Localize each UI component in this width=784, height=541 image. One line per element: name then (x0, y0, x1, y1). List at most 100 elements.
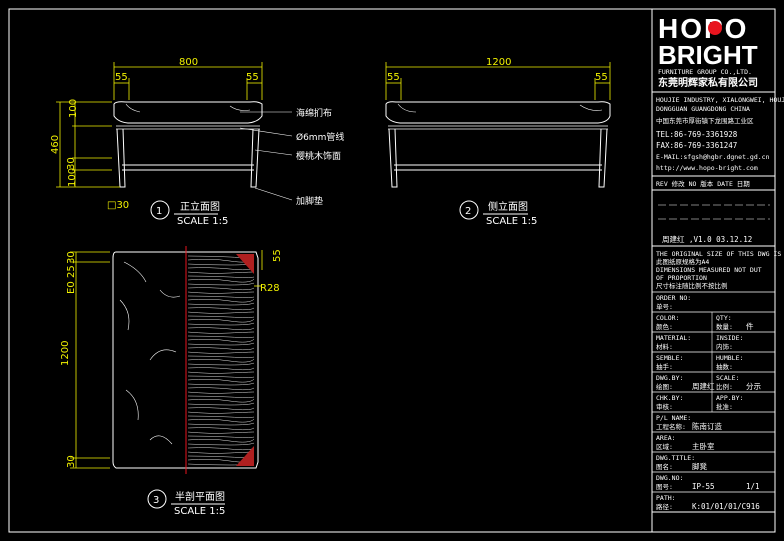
company-fax: FAX:86-769-3361247 (656, 141, 737, 150)
view-3-title: 半剖平面图 (175, 490, 225, 503)
corner-fill-bottom (236, 446, 254, 466)
hatch-line (187, 298, 255, 303)
hatch-line (187, 375, 255, 378)
field-label-en: MATERIAL: (656, 334, 691, 342)
hatch-line (187, 291, 255, 294)
field-label-cn: 区域: (656, 442, 673, 451)
field-label-cn: 单号: (656, 302, 673, 311)
hatch-line (187, 342, 255, 346)
hatch-line (187, 282, 255, 286)
field-label-cn: 批准: (716, 402, 733, 411)
hatch-line (187, 402, 255, 406)
hatch-line (187, 435, 255, 438)
field-value: IP-55 (692, 482, 715, 491)
field-value: 主卧室 (692, 441, 715, 451)
hatch-line (187, 371, 255, 374)
hatch-line (187, 367, 255, 371)
note-3: DIMENSIONS MEASURED NOT DUT (656, 266, 762, 274)
front-side-left-dim: 55 (115, 72, 128, 83)
field-label-cn: 图名: (656, 462, 673, 471)
field-label-en: AREA: (656, 434, 676, 442)
company-name-cn: 东莞明辉家私有限公司 (658, 76, 758, 89)
hatch-line (187, 407, 255, 411)
hatch-line (187, 382, 255, 386)
field-label-en: HUMBLE: (716, 354, 743, 362)
field-label-en: SCALE: (716, 374, 739, 382)
logo-red-dot (708, 21, 722, 35)
hatch-line (187, 327, 255, 331)
hatch-line (187, 451, 255, 454)
front-h-low-dim: 100 (67, 168, 78, 187)
hatch-line (187, 362, 255, 366)
hatch-line (187, 331, 255, 334)
front-width-dim: 800 (179, 57, 198, 68)
view-3-scale: SCALE 1:5 (174, 506, 225, 517)
note-5: 尺寸标注随比例不按比例 (656, 281, 728, 290)
hatch-line (187, 387, 255, 391)
hatch-line (187, 338, 255, 343)
field-value: 1/1 (746, 482, 760, 491)
hatch-line (187, 271, 255, 274)
field-label-en: CHK.BY: (656, 394, 683, 402)
field-label-cn: 绘图: (656, 382, 673, 391)
hatch-line (187, 302, 255, 306)
field-value: 件 (746, 321, 754, 331)
field-label-en: INSIDE: (716, 334, 743, 342)
field-label-en: COLOR: (656, 314, 679, 322)
side-width-dim: 1200 (486, 57, 511, 68)
hatch-line (187, 355, 255, 358)
field-value: K:01/01/01/C916 (692, 502, 760, 511)
hatch-line (187, 427, 255, 431)
hatch-line (187, 275, 255, 278)
plan-hatch (187, 255, 255, 466)
hatch-line (187, 431, 255, 434)
hatch-line (187, 447, 255, 451)
hatch-line (187, 315, 255, 318)
side-elevation-view (385, 101, 611, 188)
company-logo: HOPO BRIGHT (658, 13, 758, 70)
callout-cherry-veneer: 樱桃木饰面 (296, 150, 341, 162)
view-1-number: 1 (156, 206, 162, 217)
field-label-en: ORDER NO: (656, 294, 691, 302)
company-website: http://www.hopo-bright.com (656, 164, 758, 172)
company-address-cn: 中国东莞市厚街镇下龙围路工业区 (656, 116, 754, 125)
callout-sponge-fabric: 海绵扪布 (296, 107, 332, 119)
hatch-line (187, 418, 255, 423)
hatch-line (187, 422, 255, 426)
field-label-cn: 抽手: (656, 362, 673, 371)
side-side-left-dim: 55 (387, 72, 400, 83)
field-label-en: DWG.BY: (656, 374, 683, 382)
hatch-line (187, 267, 255, 271)
title-block-rows: ORDER NO:单号: COLOR:颜色: QTY:数量: 件 MATERIAL:材料… (652, 291, 775, 513)
view-2-number: 2 (465, 206, 471, 217)
note-1: THE ORIGINAL SIZE OF THIS DWG IS A4 (656, 250, 784, 258)
plan-edge-dim: E0 (66, 281, 77, 294)
company-name-en: FURNITURE GROUP CO.,LTD. (658, 68, 752, 76)
field-label-cn: 抽数: (716, 362, 733, 371)
hatch-line (187, 438, 255, 443)
field-label-cn: 材料: (656, 342, 673, 351)
note-2: 此图纸原规格为A4 (656, 257, 709, 266)
field-label-cn: 数量: (716, 322, 733, 331)
hatch-line (187, 395, 255, 398)
field-label-en: SEMBLE: (656, 354, 683, 362)
hatch-line (187, 335, 255, 338)
field-label-en: APP.BY: (716, 394, 743, 402)
field-label-cn: 审核: (656, 402, 673, 411)
cad-drawing: 800 55 55 460 100 30 100 □30 海绵扪布 Ø6mm管线… (8, 8, 784, 533)
view-2-title: 侧立面图 (488, 200, 528, 213)
field-label-cn: 工程名称: (656, 422, 686, 431)
company-address-1: HOUJIE INDUSTRY, XIALONGWEI, HOUJIE (656, 96, 784, 104)
hatch-line (187, 415, 255, 418)
hatch-line (187, 358, 255, 363)
field-label-cn: 路径: (656, 502, 673, 511)
hatch-line (187, 307, 255, 311)
view-1-scale: SCALE 1:5 (177, 216, 228, 227)
field-label-en: DWG.NO: (656, 474, 683, 482)
front-leg-dim: □30 (107, 200, 129, 211)
field-label-cn: 图号: (656, 483, 673, 491)
revision-header: REV 修改 NO 版本 DATE 日期 (656, 179, 750, 188)
field-value: 陈南订造 (692, 421, 722, 431)
field-label-cn: 内饰: (716, 342, 733, 351)
callout-foot-pad: 加脚垫 (296, 195, 323, 207)
